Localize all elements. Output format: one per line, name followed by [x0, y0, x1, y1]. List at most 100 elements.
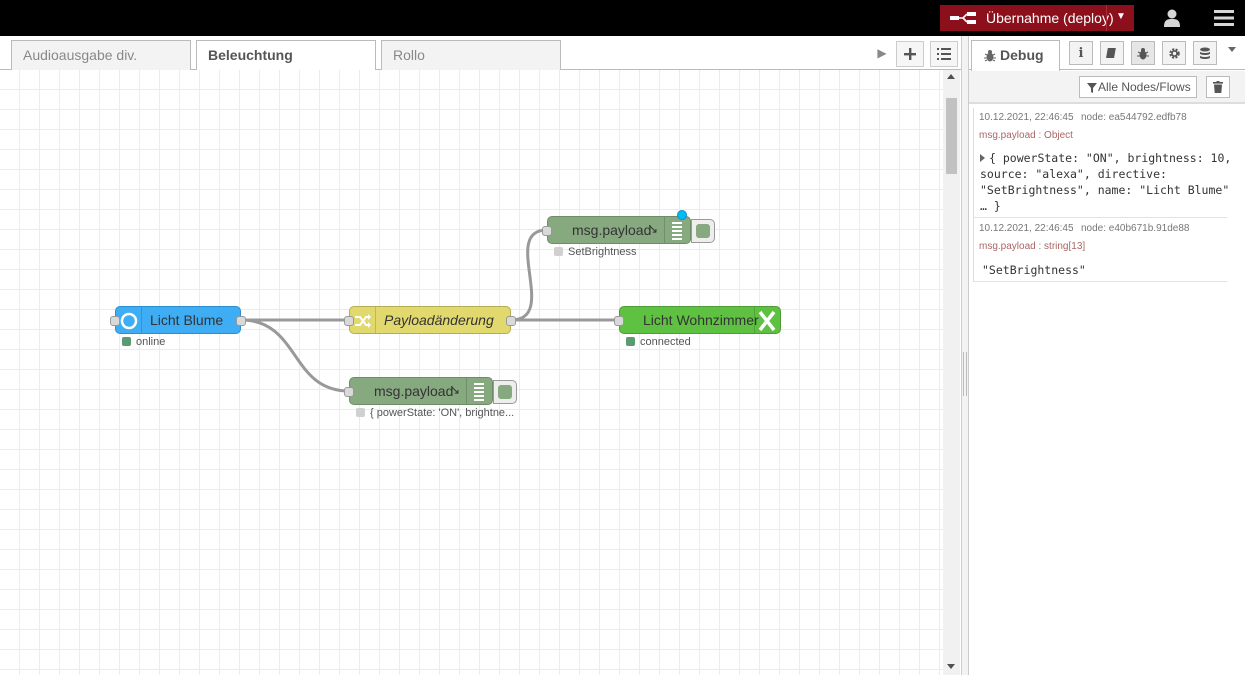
node-debug-bottom[interactable]: msg.payload ↘: [344, 377, 493, 405]
info-tab-button[interactable]: i: [1069, 41, 1093, 65]
message-topic: msg.payload : string[13]: [979, 241, 1086, 252]
filter-icon: [1087, 83, 1097, 93]
node-label: msg.payload: [572, 222, 652, 238]
filter-label: Alle Nodes/Flows: [1098, 80, 1191, 94]
scroll-up-arrow-icon[interactable]: [947, 74, 955, 79]
trash-icon: [1213, 81, 1223, 93]
deploy-icon: [950, 12, 976, 24]
tab-rollo[interactable]: Rollo: [381, 40, 561, 70]
deploy-button[interactable]: Übernahme (deploy) ▼: [940, 5, 1134, 31]
node-licht-blume[interactable]: Licht Blume: [110, 306, 246, 334]
debug-arrow-icon: ↘: [648, 222, 659, 236]
gear-icon: [1168, 47, 1180, 59]
input-port[interactable]: [614, 316, 624, 326]
user-icon[interactable]: [1162, 8, 1182, 28]
sidebar-tabs: Debug i: [969, 36, 1245, 71]
payload-line-3: "SetBrightness", name: "Licht Blume": [980, 183, 1230, 197]
node-status-licht-blume: online: [122, 336, 165, 348]
tab-debug[interactable]: Debug: [971, 40, 1060, 71]
message-timestamp: 10.12.2021, 22:46:45: [979, 112, 1074, 123]
deploy-dropdown-caret-icon[interactable]: ▼: [1116, 11, 1126, 22]
payload-line-4: … }: [980, 199, 1001, 213]
node-debug-top[interactable]: msg.payload ↘: [542, 216, 691, 244]
output-port[interactable]: [236, 316, 246, 326]
debug-arrow-icon: ↘: [450, 383, 461, 397]
config-tab-button[interactable]: [1162, 41, 1186, 65]
status-text: SetBrightness: [568, 246, 637, 258]
message-node-id: node: e40b671b.91de88: [1081, 223, 1190, 234]
database-icon: [1200, 47, 1210, 59]
node-status-debug-top: SetBrightness: [554, 246, 636, 258]
plus-icon: [904, 48, 916, 60]
wire-blume-to-debug-bottom: [240, 318, 350, 393]
debug-list-icon: [672, 222, 682, 240]
alexa-ring-icon: [120, 312, 138, 330]
status-text: connected: [640, 336, 691, 348]
node-payloadaenderung[interactable]: Payloadänderung: [344, 306, 516, 334]
payload-line-1: { powerState: "ON", brightness: 10,: [980, 150, 1231, 166]
workspace-scrollbar[interactable]: [943, 70, 960, 675]
help-tab-button[interactable]: [1100, 41, 1124, 65]
status-text: { powerState: 'ON', brightne...: [370, 407, 515, 419]
clear-debug-button[interactable]: [1206, 76, 1230, 98]
add-flow-button[interactable]: [896, 41, 924, 67]
main-menu-icon[interactable]: [1214, 9, 1234, 27]
status-dot: [122, 337, 131, 346]
input-port[interactable]: [344, 316, 354, 326]
message-payload-string: "SetBrightness": [982, 263, 1086, 277]
input-port[interactable]: [542, 226, 552, 236]
node-status-debug-bottom: { powerState: 'ON', brightne...: [356, 407, 514, 419]
debug-tab-button[interactable]: [1131, 41, 1155, 65]
debug-messages-list[interactable]: 10.12.2021, 22:46:45 node: ea544792.edfb…: [969, 103, 1245, 675]
status-dot: [356, 408, 365, 417]
deploy-separator: [1106, 5, 1107, 31]
scroll-down-arrow-icon[interactable]: [947, 664, 955, 669]
status-dot: [626, 337, 635, 346]
flow-workspace[interactable]: Licht Blume online Payloadänderung Licht…: [0, 70, 943, 675]
debug-message: 10.12.2021, 22:46:45 node: e40b671b.91de…: [973, 218, 1227, 282]
debug-message: 10.12.2021, 22:46:45 node: ea544792.edfb…: [973, 108, 1231, 218]
separator-grip[interactable]: [963, 352, 967, 396]
input-port[interactable]: [344, 387, 354, 397]
output-port[interactable]: [506, 316, 516, 326]
input-port[interactable]: [110, 316, 120, 326]
shuffle-icon: [355, 314, 371, 328]
status-text: online: [136, 336, 166, 348]
debug-tab-label: Debug: [1000, 47, 1044, 63]
debug-toggle-button[interactable]: [493, 380, 517, 404]
node-label: msg.payload: [374, 383, 454, 399]
tab-scroll-right-icon[interactable]: ▶: [872, 40, 892, 68]
sidebar-dropdown-caret-icon[interactable]: [1228, 47, 1236, 52]
node-label: Licht Blume: [150, 312, 224, 328]
sidebar-separator[interactable]: [961, 36, 969, 675]
wires-layer: [240, 228, 619, 393]
node-label: Licht Wohnzimmer: [643, 312, 759, 328]
debug-toggle-button[interactable]: [691, 219, 715, 243]
info-icon: i: [1078, 45, 1084, 61]
message-timestamp: 10.12.2021, 22:46:45: [979, 223, 1074, 234]
tab-beleuchtung[interactable]: Beleuchtung: [196, 40, 376, 71]
node-licht-wohnzimmer[interactable]: Licht Wohnzimmer: [614, 306, 781, 334]
bug-icon: [984, 50, 996, 62]
debug-toolbar: Alle Nodes/Flows: [969, 71, 1245, 103]
changed-indicator-icon: [677, 210, 687, 220]
node-label: Payloadänderung: [384, 312, 494, 328]
deploy-label: Übernahme (deploy): [986, 10, 1114, 26]
context-tab-button[interactable]: [1193, 41, 1217, 65]
list-icon: [937, 48, 951, 60]
expand-caret-icon[interactable]: [980, 154, 985, 162]
x-brand-icon: [758, 311, 776, 331]
debug-list-icon: [474, 383, 484, 401]
wire-change-to-debug-top: [510, 228, 548, 322]
tab-audioausgabe[interactable]: Audioausgabe div.: [11, 40, 191, 70]
scrollbar-thumb[interactable]: [946, 98, 957, 174]
message-topic: msg.payload : Object: [979, 130, 1073, 141]
flow-list-button[interactable]: [930, 41, 958, 67]
message-payload-object[interactable]: { powerState: "ON", brightness: 10, sour…: [980, 150, 1231, 214]
node-status-licht-wohnzimmer: connected: [626, 336, 691, 348]
status-dot: [554, 247, 563, 256]
sidebar: Debug i Alle Nodes/Flows 10.12.2021, 22:…: [969, 36, 1245, 675]
message-node-id: node: ea544792.edfb78: [1081, 112, 1187, 123]
payload-line-2: source: "alexa", directive:: [980, 167, 1167, 181]
debug-filter-button[interactable]: Alle Nodes/Flows: [1079, 76, 1197, 98]
